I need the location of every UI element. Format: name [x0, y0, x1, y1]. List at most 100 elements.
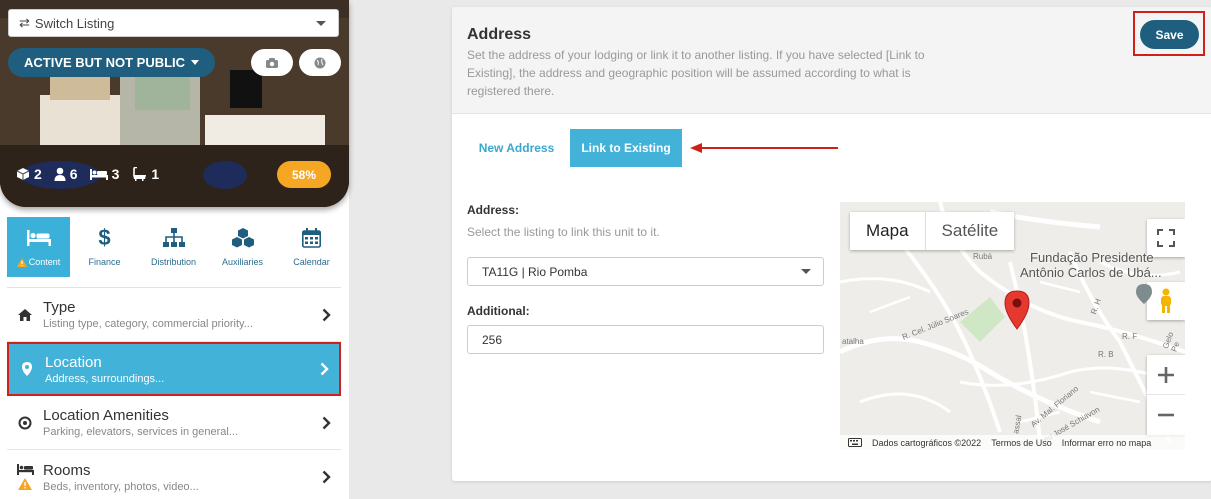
pegman-icon — [1161, 288, 1171, 313]
map-report-link[interactable]: Informar erro no mapa — [1062, 438, 1152, 448]
sitemap-icon — [162, 228, 185, 247]
map-marker-icon — [22, 362, 32, 376]
globe-icon — [314, 57, 326, 68]
menu-item-title: Type — [43, 299, 76, 316]
tab-content[interactable]: Content — [7, 217, 70, 277]
tab-finance[interactable]: $ Finance — [70, 217, 139, 277]
map-type-satellite[interactable]: Satélite — [926, 212, 1015, 250]
tab-auxiliaries[interactable]: Auxiliaries — [208, 217, 277, 277]
menu-item-subtitle: Address, surroundings... — [45, 372, 165, 385]
street-label: Rubá — [973, 252, 993, 261]
address-help-text: Select the listing to link this unit to … — [467, 225, 660, 239]
caret-down-icon — [191, 60, 200, 65]
dollar-icon: $ — [98, 225, 111, 250]
menu-item-subtitle: Listing type, category, commercial prior… — [43, 318, 253, 330]
chevron-right-icon — [322, 416, 331, 429]
menu-item-subtitle: Parking, elevators, services in general.… — [43, 426, 239, 438]
tab-new-address[interactable]: New Address — [468, 129, 565, 167]
completion-badge: 58% — [277, 161, 331, 188]
address-card-header: Address Set the address of your lodging … — [452, 7, 1211, 114]
listing-hero: ⇄ Switch Listing ACTIVE BUT NOT PUBLIC 2… — [0, 0, 349, 207]
chevron-down-icon — [316, 21, 326, 26]
address-select[interactable]: TA11G | Rio Pomba — [467, 257, 824, 286]
street-label: R. B — [1098, 350, 1114, 359]
units-stat: 2 — [16, 166, 42, 182]
status-label: ACTIVE BUT NOT PUBLIC — [24, 55, 186, 70]
map-place-label: Fundação Presidente — [1030, 250, 1154, 265]
chevron-right-icon — [320, 362, 329, 376]
save-highlight: Save — [1133, 11, 1205, 56]
map-view-button[interactable] — [299, 49, 341, 76]
bed-icon — [16, 464, 34, 475]
plus-icon — [1158, 367, 1174, 383]
bath-icon — [133, 167, 147, 181]
map-type-map[interactable]: Mapa — [850, 212, 926, 250]
zoom-out-button[interactable] — [1147, 395, 1185, 434]
listing-sidebar: ⇄ Switch Listing ACTIVE BUT NOT PUBLIC 2… — [0, 0, 349, 499]
page-title: Address — [467, 26, 532, 43]
page-description: Set the address of your lodging or link … — [467, 48, 925, 98]
tab-distribution[interactable]: Distribution — [139, 217, 208, 277]
keyboard-icon — [848, 438, 862, 447]
menu-item-location-amenities[interactable]: Location Amenities Parking, elevators, s… — [7, 396, 341, 450]
save-button[interactable]: Save — [1140, 20, 1199, 49]
map-attribution: Dados cartográficos ©2022 — [872, 437, 982, 448]
tab-link-to-existing[interactable]: Link to Existing — [570, 129, 682, 167]
minus-icon — [1158, 413, 1174, 416]
chevron-right-icon — [322, 308, 331, 321]
beds-stat: 3 — [89, 166, 120, 182]
tab-auxiliaries-label: Auxiliaries — [221, 257, 263, 267]
street-view-button[interactable] — [1147, 282, 1185, 320]
photo-button[interactable] — [251, 49, 293, 76]
menu-item-subtitle: Beds, inventory, photos, video... — [43, 480, 199, 493]
tab-calendar-label: Calendar — [293, 257, 330, 267]
beds-count: 3 — [111, 166, 120, 182]
zoom-in-button[interactable] — [1147, 356, 1185, 395]
chevron-down-icon — [801, 269, 811, 274]
address-card: Address Set the address of your lodging … — [452, 7, 1211, 481]
tab-distribution-label: Distribution — [150, 257, 197, 267]
additional-input[interactable]: 256 — [467, 325, 824, 354]
baths-stat: 1 — [131, 166, 159, 182]
address-label: Address: — [467, 203, 520, 217]
menu-item-rooms[interactable]: Rooms Beds, inventory, photos, video... — [7, 450, 341, 499]
cube-icon — [16, 168, 30, 180]
listing-tabs: Content $ Finance Distribution Auxiliari… — [0, 217, 349, 277]
status-dropdown-button[interactable]: ACTIVE BUT NOT PUBLIC — [8, 48, 216, 77]
units-count: 2 — [34, 166, 42, 182]
tab-content-label: Content — [28, 257, 61, 267]
menu-item-title: Location Amenities — [43, 407, 169, 424]
chevron-right-icon — [322, 470, 331, 484]
map-terms-link[interactable]: Termos de Uso — [991, 438, 1052, 448]
tab-finance-label: Finance — [88, 257, 121, 267]
bed-icon — [89, 169, 108, 180]
warning-icon — [16, 257, 27, 267]
calendar-icon — [302, 228, 321, 248]
home-icon — [18, 308, 32, 321]
baths-count: 1 — [151, 166, 160, 182]
camera-icon — [266, 57, 278, 68]
address-select-value: TA11G | Rio Pomba — [482, 264, 588, 279]
map-pin-icon — [1004, 290, 1030, 330]
user-icon — [54, 167, 66, 181]
switch-listing-select[interactable]: ⇄ Switch Listing — [8, 9, 339, 37]
street-label: R. F — [1122, 332, 1138, 341]
map-type-toggle: Mapa Satélite — [850, 212, 1015, 250]
menu-item-location[interactable]: Location Address, surroundings... — [7, 342, 341, 396]
tab-calendar[interactable]: Calendar — [277, 217, 346, 277]
place-marker-icon — [1136, 284, 1152, 304]
guests-stat: 6 — [54, 166, 78, 182]
menu-item-type[interactable]: Type Listing type, category, commercial … — [7, 288, 341, 342]
guests-count: 6 — [69, 166, 78, 182]
location-map[interactable]: Mapa Satélite Fundação Presidente Antôni… — [840, 202, 1185, 450]
fullscreen-icon — [1157, 229, 1175, 247]
switch-listing-label: Switch Listing — [34, 15, 115, 31]
annotation-arrow — [690, 143, 838, 153]
zoom-controls — [1147, 355, 1185, 435]
swap-icon: ⇄ — [19, 15, 30, 30]
map-place-label: Antônio Carlos de Ubá... — [1020, 265, 1162, 280]
listing-stats: 2 6 3 1 — [16, 166, 159, 182]
cubes-icon — [231, 228, 254, 248]
menu-item-title: Location — [45, 353, 102, 371]
additional-label: Additional: — [467, 304, 530, 318]
